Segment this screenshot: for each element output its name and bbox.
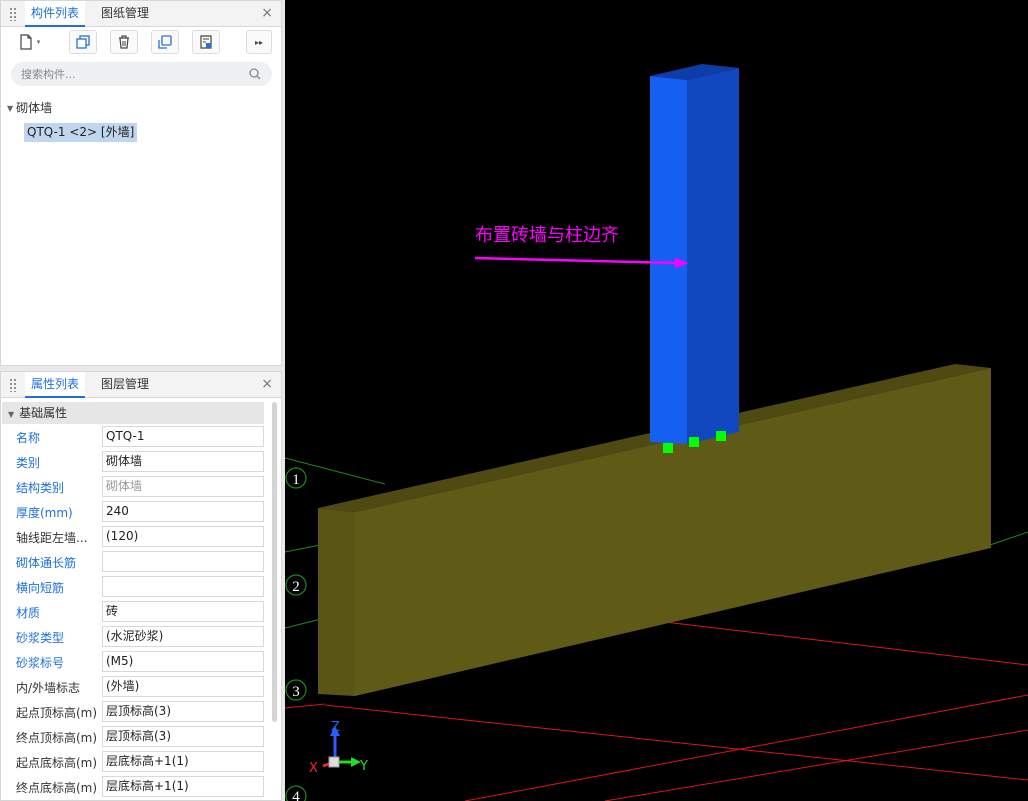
- section-basic-properties[interactable]: ▼ 基础属性: [2, 402, 264, 424]
- component-toolbar: ▾ ▸▸: [1, 27, 281, 57]
- property-value-field[interactable]: (外墙): [102, 676, 264, 697]
- property-value-field[interactable]: 层顶标高(3): [102, 701, 264, 722]
- tab-component-list[interactable]: 构件列表: [25, 1, 86, 27]
- property-value-field[interactable]: (120): [102, 526, 264, 547]
- wall-end-face: [318, 508, 355, 696]
- collapse-caret-icon[interactable]: ▼: [8, 410, 14, 419]
- column-3d[interactable]: [650, 64, 739, 444]
- new-component-button[interactable]: ▾: [13, 30, 45, 54]
- property-label: 内/外墙标志: [16, 681, 81, 695]
- property-label: 终点顶标高(m): [16, 731, 98, 745]
- axis-label: 4: [292, 789, 300, 801]
- grip-point[interactable]: [716, 431, 726, 441]
- property-value-field[interactable]: 240: [102, 501, 264, 522]
- z-label: Z: [331, 720, 340, 735]
- property-row: 结构类别 砌体墙: [0, 475, 266, 500]
- close-icon[interactable]: ×: [261, 376, 273, 392]
- copy-icon: [76, 35, 90, 49]
- property-label: 砂浆标号: [16, 656, 65, 670]
- x-label: X: [309, 761, 318, 776]
- extract-button[interactable]: [192, 30, 220, 54]
- search-icon[interactable]: [248, 67, 262, 81]
- property-row: 砌体通长筋: [0, 550, 266, 575]
- property-panel-tabbar: 属性列表 图层管理 ×: [1, 372, 281, 398]
- tab-property-list[interactable]: 属性列表: [25, 372, 86, 398]
- grip-point[interactable]: [689, 437, 699, 447]
- search-box: [11, 62, 272, 86]
- property-label: 结构类别: [16, 481, 65, 495]
- column-front-face: [650, 76, 687, 444]
- drag-grip-icon[interactable]: [9, 7, 17, 21]
- property-label: 厚度(mm): [16, 506, 73, 520]
- more-icon: ▸▸: [254, 37, 264, 47]
- property-row: 起点顶标高(m) 层顶标高(3): [0, 700, 266, 725]
- property-label: 终点底标高(m): [16, 781, 98, 795]
- axis-label: 2: [292, 579, 300, 595]
- property-value-field[interactable]: (水泥砂浆): [102, 626, 264, 647]
- delete-button[interactable]: [110, 30, 138, 54]
- property-row: 厚度(mm) 240: [0, 500, 266, 525]
- property-value-field[interactable]: QTQ-1: [102, 426, 264, 447]
- axis-label: 1: [292, 472, 300, 488]
- property-label: 材质: [16, 606, 41, 620]
- property-label: 轴线距左墙...: [16, 531, 88, 545]
- y-label: Y: [359, 759, 368, 774]
- gizmo-origin: [328, 756, 340, 768]
- extract-icon: [200, 35, 212, 49]
- property-row: 轴线距左墙... (120): [0, 525, 266, 550]
- close-icon[interactable]: ×: [261, 5, 273, 21]
- axis-label: 3: [292, 684, 300, 700]
- new-component-icon: [20, 34, 32, 50]
- copy-button[interactable]: [69, 30, 97, 54]
- tab-layer-management[interactable]: 图层管理: [95, 372, 155, 398]
- property-value-field[interactable]: 层底标高+1(1): [102, 751, 264, 772]
- property-value-field[interactable]: (M5): [102, 651, 264, 672]
- drag-grip-icon[interactable]: [9, 378, 17, 392]
- property-label: 横向短筋: [16, 581, 65, 595]
- property-label: 砂浆类型: [16, 631, 65, 645]
- property-row: 横向短筋: [0, 575, 266, 600]
- property-scrollbar[interactable]: [272, 402, 277, 722]
- property-row: 起点底标高(m) 层底标高+1(1): [0, 750, 266, 775]
- more-button[interactable]: ▸▸: [246, 30, 272, 54]
- dropdown-icon[interactable]: ▾: [37, 38, 41, 46]
- property-value-field[interactable]: [102, 576, 264, 597]
- property-label: 砌体通长筋: [16, 556, 77, 570]
- left-dock: 构件列表 图纸管理 × ▾ ▸▸ 搜索构件... ▼ 砌体墙 QTQ-1 <2>…: [0, 0, 285, 801]
- annotation-text: 布置砖墙与柱边齐: [475, 225, 619, 245]
- property-row: 终点底标高(m) 层底标高+1(1): [0, 775, 266, 800]
- property-row: 材质 砖: [0, 600, 266, 625]
- property-row: 内/外墙标志 (外墙): [0, 675, 266, 700]
- tree-item-qtq-1[interactable]: QTQ-1 <2> [外墙]: [24, 123, 138, 142]
- property-row: 终点顶标高(m) 层顶标高(3): [0, 725, 266, 750]
- grip-point[interactable]: [663, 443, 673, 453]
- property-value-field[interactable]: 砖: [102, 601, 264, 622]
- property-value-field[interactable]: 砌体墙: [102, 451, 264, 472]
- layer-copy-icon: [158, 35, 172, 49]
- tab-drawing-management[interactable]: 图纸管理: [95, 1, 155, 27]
- component-panel-tabbar: 构件列表 图纸管理 ×: [1, 1, 281, 27]
- property-label: 类别: [16, 456, 41, 470]
- property-row: 砂浆类型 (水泥砂浆): [0, 625, 266, 650]
- property-value-field[interactable]: 层顶标高(3): [102, 726, 264, 747]
- property-row: 类别 砌体墙: [0, 450, 266, 475]
- property-row: 名称 QTQ-1: [0, 425, 266, 450]
- search-input[interactable]: [21, 65, 241, 83]
- 3d-viewport[interactable]: 1 2 3 4 布置砖墙与柱边齐 Z Y X: [285, 0, 1028, 801]
- tree-group-label: 砌体墙: [16, 101, 53, 115]
- collapse-caret-icon[interactable]: ▼: [7, 104, 13, 113]
- property-label: 名称: [16, 431, 41, 445]
- property-value-field[interactable]: [102, 551, 264, 572]
- component-list-panel: 构件列表 图纸管理 × ▾ ▸▸ 搜索构件... ▼ 砌体墙 QTQ-1 <2>…: [0, 0, 282, 366]
- property-value-field[interactable]: 砌体墙: [102, 476, 264, 497]
- property-label: 起点底标高(m): [16, 756, 98, 770]
- delete-icon: [119, 35, 129, 49]
- property-row: 砂浆标号 (M5): [0, 650, 266, 675]
- property-label: 起点顶标高(m): [16, 706, 98, 720]
- tree-group-masonry-wall[interactable]: ▼ 砌体墙: [7, 99, 52, 116]
- property-value-field[interactable]: 层底标高+1(1): [102, 776, 264, 797]
- layer-copy-button[interactable]: [151, 30, 179, 54]
- column-side-face: [687, 68, 739, 444]
- section-label: 基础属性: [19, 406, 68, 420]
